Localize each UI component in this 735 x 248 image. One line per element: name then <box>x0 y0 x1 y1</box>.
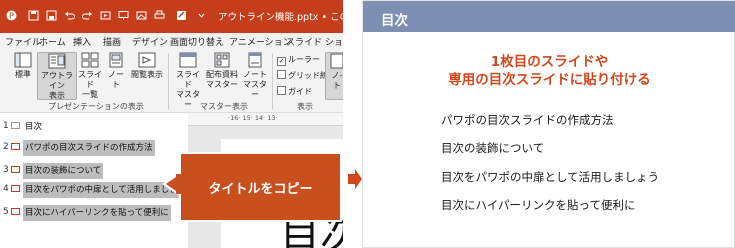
save-icon[interactable] <box>46 10 57 21</box>
outline-row[interactable]: 5 目次にハイパーリンクを貼って便利に <box>0 205 188 221</box>
start-slideshow-icon[interactable] <box>100 10 111 21</box>
outline-row[interactable]: 1 目次 <box>0 119 188 135</box>
slide-icon <box>11 143 20 150</box>
powerpoint-logo-icon: P <box>6 10 17 21</box>
gridlines-checkbox[interactable]: グリッド線 <box>277 70 328 81</box>
notes-master-button[interactable]: ノート マスター <box>241 52 269 100</box>
slide-master-button[interactable]: スライド マスター <box>173 52 203 110</box>
ribbon-divider <box>168 54 169 110</box>
outline-title[interactable]: 目次 <box>23 119 44 135</box>
undo-icon[interactable] <box>64 10 75 21</box>
slide-table-of-contents: 目次 1枚目のスライドや 専用の目次スライドに貼り付ける パワポの目次スライドの… <box>362 0 735 248</box>
outline-row[interactable]: 4 目次をパワポの中扉として活用しましょう <box>0 182 189 198</box>
outline-title[interactable]: パワポの目次スライドの作成方法 <box>23 140 155 156</box>
normal-view-icon <box>14 52 32 68</box>
tab-draw[interactable]: 描画 <box>103 35 121 48</box>
handout-master-button[interactable]: 配布資料 マスター <box>205 52 239 90</box>
toc-item: 目次の装飾について <box>441 141 545 155</box>
slide-sorter-icon <box>81 52 99 68</box>
svg-text:P: P <box>9 11 14 20</box>
slide-sorter-button[interactable]: スライド 一覧 <box>77 52 103 100</box>
slide-icon <box>11 122 20 129</box>
customize-toolbar-chevron-down-icon[interactable] <box>196 10 207 21</box>
checkmark-icon: ✓ <box>277 57 286 66</box>
notes-page-button[interactable]: ノー ト <box>105 52 127 90</box>
callout-copy-titles: タイトルをコピー <box>179 152 342 222</box>
powerpoint-window: P アウトライン機能.pptx • この <box>0 0 343 248</box>
tab-slideshow[interactable]: スライド ショー <box>286 35 343 48</box>
print-icon[interactable] <box>154 10 165 21</box>
outline-title[interactable]: 目次にハイパーリンクを貼って便利に <box>23 205 171 221</box>
tab-design[interactable]: デザイン <box>132 35 168 48</box>
ruler-checkbox[interactable]: ✓ ルーラー <box>277 54 320 66</box>
ribbon-divider <box>272 54 273 110</box>
reading-view-icon <box>138 52 156 68</box>
notes-master-icon <box>248 52 262 68</box>
image-icon[interactable] <box>136 10 147 21</box>
outline-pane[interactable]: 1 目次 2 パワポの目次スライドの作成方法 3 目次の装飾について 4 目次を… <box>0 113 189 248</box>
handout-master-icon <box>214 52 230 68</box>
outline-view-icon <box>48 53 66 69</box>
toc-item: 目次をパワポの中扉として活用しましょう <box>441 170 660 184</box>
guides-checkbox[interactable]: ガイド <box>277 86 312 97</box>
ribbon-tabs: ファイル ホーム 挿入 描画 デザイン 画面切り替え アニメーション スライド … <box>0 33 343 50</box>
outline-title[interactable]: 目次の装飾について <box>23 163 104 179</box>
tab-home[interactable]: ホーム <box>39 35 66 48</box>
slide-header-bar: 目次 <box>363 1 735 32</box>
outline-row[interactable]: 3 目次の装飾について <box>0 163 188 179</box>
slide-heading: 1枚目のスライドや 専用の目次スライドに貼り付ける <box>448 54 651 88</box>
toc-item: 目次にハイパーリンクを貼って便利に <box>441 198 636 212</box>
outline-view-button[interactable]: アウトライン 表示 <box>37 52 77 100</box>
redo-icon[interactable] <box>82 10 93 21</box>
title-bar: P アウトライン機能.pptx • この <box>0 0 343 33</box>
slide-header-title: 目次 <box>381 13 408 29</box>
toc-item: パワポの目次スライドの作成方法 <box>441 113 614 127</box>
right-arrow-icon <box>348 169 362 189</box>
format-painter-icon[interactable] <box>176 10 187 21</box>
present-icon[interactable] <box>118 10 129 21</box>
slide-icon <box>11 166 20 173</box>
group-label-show: 表示 <box>297 102 313 111</box>
slide-icon <box>11 208 20 215</box>
slide-icon <box>11 185 20 192</box>
slide-master-icon <box>179 52 197 68</box>
autosave-icon[interactable] <box>28 10 39 21</box>
tab-animations[interactable]: アニメーション <box>229 35 292 48</box>
notes-button-partial[interactable]: ノ- ト <box>325 52 343 100</box>
group-label-presentation-views: プレゼンテーションの表示 <box>48 102 144 111</box>
notes-page-icon <box>109 52 123 68</box>
tab-insert[interactable]: 挿入 <box>73 35 91 48</box>
normal-view-button[interactable]: 標準 <box>10 52 36 80</box>
reading-view-button[interactable]: 閲覧表示 <box>130 52 164 80</box>
ribbon-view: 標準 アウトライン 表示 スライド 一覧 ノー ト 閲覧表示 スライド マスター… <box>0 50 343 113</box>
tab-file[interactable]: ファイル <box>5 35 41 48</box>
horizontal-ruler: ·16· 15· 14· 13· <box>188 113 343 126</box>
tab-transitions[interactable]: 画面切り替え <box>170 35 224 48</box>
document-title: アウトライン機能.pptx • この PC に保存 <box>218 12 343 23</box>
group-label-master-views: マスター表示 <box>200 102 248 111</box>
notes-icon <box>330 53 343 69</box>
outline-row[interactable]: 2 パワポの目次スライドの作成方法 <box>0 140 188 156</box>
